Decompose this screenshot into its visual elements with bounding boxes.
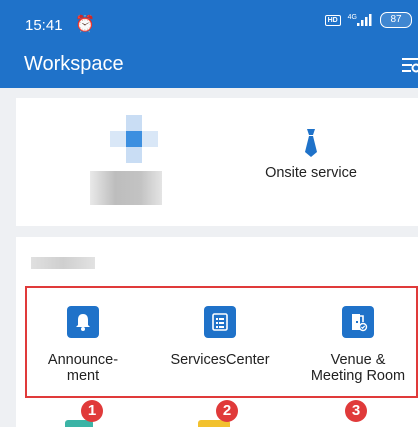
signal-icon: [357, 14, 372, 26]
blurred-app-label: [90, 171, 162, 205]
onsite-service-item[interactable]: Onsite service: [261, 128, 361, 182]
blurred-section-title: [31, 257, 95, 269]
network-type: 4G: [347, 14, 357, 21]
blurred-app-icon[interactable]: [108, 115, 164, 163]
signal-group: 4G: [348, 14, 373, 26]
annotation-badge-3: 3: [345, 400, 367, 422]
app-bar: Workspace: [0, 42, 418, 88]
quick-access-card: Onsite service: [16, 98, 418, 226]
onsite-service-label: Onsite service: [265, 165, 357, 181]
annotation-badge-1: 1: [81, 400, 103, 422]
hd-icon: HD: [324, 14, 341, 26]
status-indicators: HD 4G 87: [324, 12, 412, 28]
alarm-clock-icon: ⏰: [75, 16, 95, 33]
status-time: 15:41: [25, 17, 63, 34]
annotation-badge-2: 2: [216, 400, 238, 422]
filter-settings-icon[interactable]: [396, 54, 418, 76]
page-title: Workspace: [24, 53, 124, 75]
annotation-highlight-box: [25, 286, 418, 398]
battery-icon: 87: [380, 12, 412, 28]
tie-icon: [305, 129, 317, 157]
status-bar: 15:41 ⏰ HD 4G 87: [0, 0, 418, 42]
